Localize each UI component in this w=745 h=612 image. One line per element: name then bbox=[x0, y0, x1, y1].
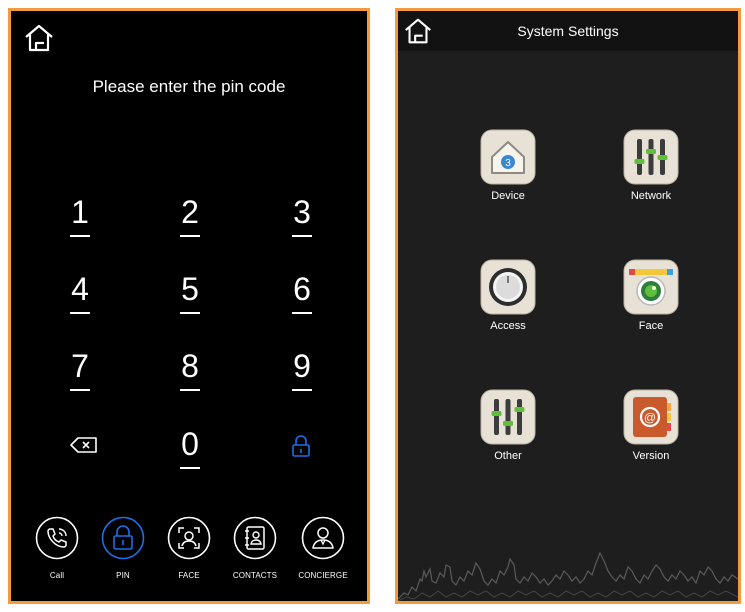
settings-face-label: Face bbox=[638, 320, 664, 332]
device-badge: 3 bbox=[505, 158, 511, 169]
key-underline bbox=[180, 312, 200, 314]
key-3-label: 3 bbox=[293, 194, 311, 230]
settings-other-label: Other bbox=[494, 450, 522, 462]
settings-face[interactable]: Face bbox=[606, 259, 696, 332]
settings-access-label: Access bbox=[490, 320, 526, 332]
key-6-label: 6 bbox=[293, 271, 311, 307]
bottom-nav: Call PIN FACE CONTACTS CONCIERGE bbox=[11, 516, 367, 596]
concierge-icon bbox=[301, 516, 345, 560]
nav-concierge[interactable]: CONCIERGE bbox=[291, 516, 355, 580]
settings-access[interactable]: Access bbox=[463, 259, 553, 332]
home-icon bbox=[25, 24, 53, 52]
settings-network-label: Network bbox=[630, 190, 672, 202]
face-scan-icon bbox=[167, 516, 211, 560]
nav-face-label: FACE bbox=[178, 571, 200, 580]
unlock-button[interactable] bbox=[291, 435, 311, 462]
key-1-label: 1 bbox=[71, 194, 89, 230]
key-3[interactable]: 3 bbox=[280, 192, 324, 242]
nav-pin-label: PIN bbox=[116, 571, 130, 580]
key-underline bbox=[70, 389, 90, 391]
settings-network[interactable]: Network bbox=[606, 129, 696, 202]
backspace-button[interactable] bbox=[69, 436, 99, 459]
contacts-icon bbox=[233, 516, 277, 560]
key-8-label: 8 bbox=[181, 348, 199, 384]
settings-device[interactable]: 3 Device bbox=[463, 129, 553, 202]
nav-call-label: Call bbox=[49, 571, 65, 580]
skyline-decoration bbox=[398, 551, 738, 601]
key-7[interactable]: 7 bbox=[58, 346, 102, 396]
nav-call[interactable]: Call bbox=[25, 516, 89, 580]
key-underline bbox=[180, 467, 200, 469]
phone-icon bbox=[35, 516, 79, 560]
settings-other[interactable]: Other bbox=[463, 389, 553, 462]
nav-contacts[interactable]: CONTACTS bbox=[223, 516, 287, 580]
key-2[interactable]: 2 bbox=[168, 192, 212, 242]
settings-topbar: System Settings bbox=[398, 11, 738, 51]
key-6[interactable]: 6 bbox=[280, 269, 324, 319]
key-2-label: 2 bbox=[181, 194, 199, 230]
nav-contacts-label: CONTACTS bbox=[232, 571, 278, 580]
svg-text:@: @ bbox=[644, 411, 656, 425]
key-5-label: 5 bbox=[181, 271, 199, 307]
lock-icon bbox=[101, 516, 145, 560]
nav-concierge-label: CONCIERGE bbox=[298, 571, 348, 580]
home-button[interactable] bbox=[22, 21, 56, 55]
key-underline bbox=[70, 312, 90, 314]
key-underline bbox=[180, 389, 200, 391]
key-5[interactable]: 5 bbox=[168, 269, 212, 319]
home-button[interactable] bbox=[402, 15, 434, 47]
access-icon bbox=[480, 259, 536, 315]
key-4[interactable]: 4 bbox=[58, 269, 102, 319]
backspace-icon bbox=[70, 437, 97, 453]
nav-pin[interactable]: PIN bbox=[91, 516, 155, 580]
key-underline bbox=[292, 312, 312, 314]
face-camera-icon bbox=[623, 259, 679, 315]
key-4-label: 4 bbox=[71, 271, 89, 307]
key-9[interactable]: 9 bbox=[280, 346, 324, 396]
page-title: System Settings bbox=[517, 23, 619, 39]
network-icon bbox=[623, 129, 679, 185]
settings-version-label: Version bbox=[632, 450, 670, 462]
key-underline bbox=[180, 235, 200, 237]
key-underline bbox=[292, 235, 312, 237]
nav-face[interactable]: FACE bbox=[157, 516, 221, 580]
home-icon bbox=[405, 18, 431, 44]
pin-screen: Please enter the pin code 1 2 3 4 5 6 7 … bbox=[8, 8, 370, 604]
key-underline bbox=[292, 389, 312, 391]
settings-version[interactable]: @ Version bbox=[606, 389, 696, 462]
key-underline bbox=[70, 235, 90, 237]
other-icon bbox=[480, 389, 536, 445]
lock-icon bbox=[292, 435, 310, 457]
pin-prompt: Please enter the pin code bbox=[92, 77, 286, 96]
device-icon: 3 bbox=[480, 129, 536, 185]
key-0[interactable]: 0 bbox=[168, 424, 212, 474]
settings-device-label: Device bbox=[491, 190, 525, 202]
key-9-label: 9 bbox=[293, 348, 311, 384]
key-8[interactable]: 8 bbox=[168, 346, 212, 396]
settings-screen: System Settings 3 Device Network Access … bbox=[395, 8, 741, 604]
key-7-label: 7 bbox=[71, 348, 89, 384]
version-icon: @ bbox=[623, 389, 679, 445]
key-1[interactable]: 1 bbox=[58, 192, 102, 242]
key-0-label: 0 bbox=[181, 426, 199, 462]
